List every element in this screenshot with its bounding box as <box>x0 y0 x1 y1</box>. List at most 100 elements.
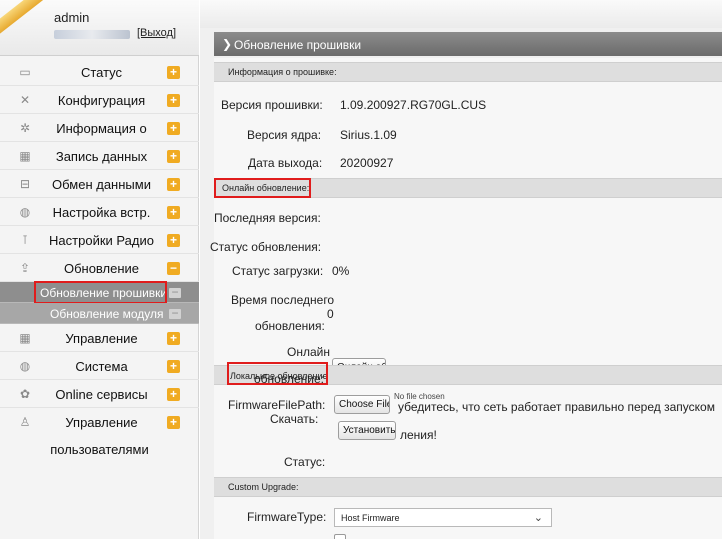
main-content: ❯ Обновление прошивки Информация о проши… <box>200 0 722 539</box>
firmware-version-label: Версия прошивки: <box>221 98 323 112</box>
gear-icon: ✿ <box>19 387 31 401</box>
section-title: Custom Upgrade: <box>228 482 299 492</box>
kernel-version-value: Sirius.1.09 <box>340 128 397 142</box>
expand-plus-icon[interactable]: + <box>167 94 180 107</box>
firmware-file-path-label: FirmwareFilePath: <box>228 398 326 412</box>
network-warning-text: убедитесь, что сеть работает правильно п… <box>398 400 715 414</box>
sidebar-item-label: Запись данных <box>55 149 148 164</box>
sidebar-item-label: Статус <box>80 65 123 80</box>
online-update-label-2: обновление: <box>254 372 324 386</box>
sidebar-item-online-services[interactable]: ✿ Online сервисы + <box>0 380 199 408</box>
last-update-label-2: обновления: <box>255 319 325 333</box>
sidebar-item-label: Настройка встр. <box>52 205 151 220</box>
sidebar-item-system[interactable]: ◍ Система + <box>0 352 199 380</box>
chevron-down-icon: ⌄ <box>533 512 543 524</box>
sidebar-item-label-continuation: пользователями <box>50 442 149 457</box>
sidebar-item-label: Управление <box>65 331 138 346</box>
sidebar-item-configuration[interactable]: ✕ Конфигурация + <box>0 86 199 114</box>
sidebar-item-radio-settings[interactable]: ⊺ Настройки Радио + <box>0 226 199 254</box>
section-firmware-info: Информация о прошивке: <box>214 62 722 82</box>
sidebar-subitem-label: Обновление модуля <box>50 307 164 321</box>
sidebar-menu: ▭ Статус + ✕ Конфигурация + ✲ Информация… <box>0 58 199 462</box>
corner-ribbon-icon <box>0 0 54 42</box>
page-title: Обновление прошивки <box>234 38 362 52</box>
minus-icon: − <box>169 307 181 319</box>
expand-plus-icon[interactable]: + <box>167 360 180 373</box>
last-update-value: 0 <box>327 307 334 321</box>
expand-plus-icon[interactable]: + <box>167 332 180 345</box>
antenna-icon: ⊺ <box>21 233 29 247</box>
download-status-value: 0% <box>332 264 350 278</box>
sidebar-subitem-label: Обновление прошивки <box>40 286 168 300</box>
upgrade-icon: ⇪ <box>19 261 31 275</box>
release-date-value: 20200927 <box>340 156 394 170</box>
expand-plus-icon[interactable]: + <box>167 66 180 79</box>
expand-plus-icon[interactable]: + <box>167 122 180 135</box>
expand-plus-icon[interactable]: + <box>167 150 180 163</box>
last-update-label-1: Время последнего <box>231 293 335 307</box>
globe-icon: ◍ <box>19 205 31 219</box>
collapse-minus-icon[interactable]: − <box>167 262 180 275</box>
sidebar-item-label: Обновление <box>63 261 140 276</box>
sidebar-item-management[interactable]: ▦ Управление + <box>0 324 199 352</box>
top-strip <box>200 0 722 28</box>
section-custom-upgrade: Custom Upgrade: <box>214 477 722 497</box>
tools-icon: ✕ <box>19 93 31 107</box>
expand-plus-icon[interactable]: + <box>167 234 180 247</box>
install-button[interactable]: Установить <box>338 421 396 440</box>
expand-plus-icon[interactable]: + <box>167 178 180 191</box>
download-label: Скачать: <box>270 412 319 426</box>
sidebar-item-label: Система <box>75 359 128 374</box>
sidebar-item-update[interactable]: ⇪ Обновление − <box>0 254 199 282</box>
release-date-label: Дата выхода: <box>248 156 323 170</box>
partial-checkbox[interactable] <box>334 534 346 539</box>
chevron-right-icon: ❯ <box>222 37 233 51</box>
blurred-ip <box>54 30 130 39</box>
sidebar-item-data-logging[interactable]: ▦ Запись данных + <box>0 142 199 170</box>
info-icon: ✲ <box>19 121 31 135</box>
section-online-update: Онлайн обновление: <box>214 178 722 198</box>
warning-tail-text: ления! <box>400 428 437 442</box>
calendar-icon: ▦ <box>19 331 31 345</box>
expand-plus-icon[interactable]: + <box>167 206 180 219</box>
firmware-type-select[interactable]: Host Firmware ⌄ <box>334 508 552 527</box>
calendar-icon: ▦ <box>19 149 31 163</box>
section-title: Информация о прошивке: <box>228 67 337 77</box>
latest-version-label: Последняя версия: <box>214 211 321 225</box>
sidebar-item-data-exchange[interactable]: ⊟ Обмен данными + <box>0 170 199 198</box>
firmware-type-selected: Host Firmware <box>341 513 400 523</box>
expand-plus-icon[interactable]: + <box>167 388 180 401</box>
online-update-label-1: Онлайн <box>287 345 330 359</box>
exchange-icon: ⊟ <box>19 177 31 191</box>
section-title: Онлайн обновление: <box>222 183 310 193</box>
choose-file-button[interactable]: Choose File <box>334 395 390 414</box>
monitor-icon: ▭ <box>19 65 31 79</box>
page-title-bar: ❯ Обновление прошивки <box>214 32 722 56</box>
firmware-type-label: FirmwareType: <box>247 510 327 524</box>
sidebar-item-status[interactable]: ▭ Статус + <box>0 58 199 86</box>
sidebar-item-user-management[interactable]: ♙ Управление + <box>0 408 199 436</box>
sidebar-item-label: Online сервисы <box>55 387 148 402</box>
user-icon: ♙ <box>19 415 31 429</box>
sidebar-item-label: Обмен данными <box>52 177 151 192</box>
expand-plus-icon[interactable]: + <box>167 416 180 429</box>
sidebar-subitem-firmware-update[interactable]: Обновление прошивки − <box>0 281 199 304</box>
firmware-version-value: 1.09.200927.RG70GL.CUS <box>340 98 487 112</box>
globe-icon: ◍ <box>19 359 31 373</box>
sidebar-item-information[interactable]: ✲ Информация о + <box>0 114 199 142</box>
status-label: Статус: <box>284 455 326 469</box>
sidebar-item-label: Управление <box>65 415 138 430</box>
firmware-panel: Информация о прошивке: Версия прошивки: … <box>210 58 722 539</box>
user-name: admin <box>54 10 90 25</box>
sidebar-subitem-module-update[interactable]: Обновление модуля − <box>0 303 199 324</box>
sidebar: admin [Выход] ▭ Статус + ✕ Конфигурация … <box>0 0 199 539</box>
sidebar-item-label: Настройки Радио <box>49 233 154 248</box>
download-status-label: Статус загрузки: <box>232 264 324 278</box>
logout-link[interactable]: [Выход] <box>137 27 176 39</box>
kernel-version-label: Версия ядра: <box>247 128 322 142</box>
user-box: admin [Выход] <box>0 0 199 56</box>
sidebar-item-label: Информация о <box>56 121 147 136</box>
sidebar-item-embedded-settings[interactable]: ◍ Настройка встр. + <box>0 198 199 226</box>
minus-icon: − <box>169 286 181 298</box>
sidebar-item-label: Конфигурация <box>57 93 146 108</box>
